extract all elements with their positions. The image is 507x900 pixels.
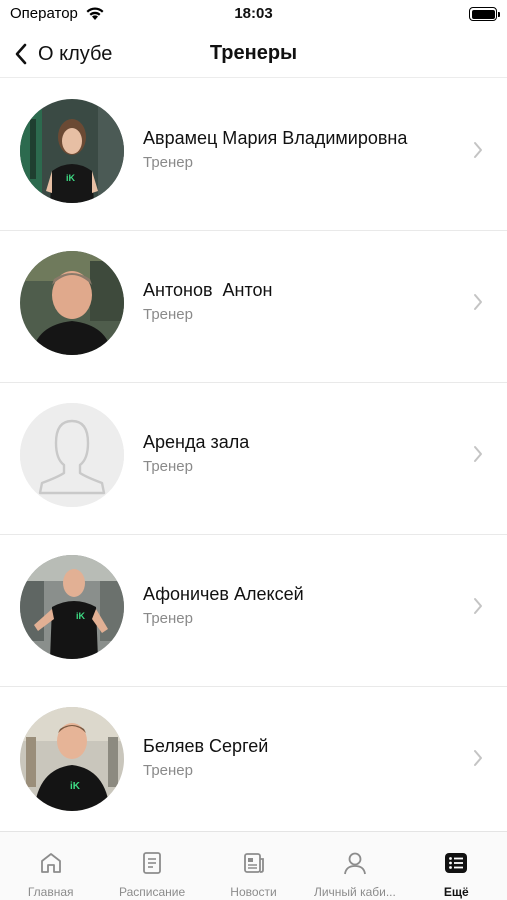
trainers-list: iK Аврамец Мария Владимировна Тренер Ант… <box>0 79 507 839</box>
trainer-role: Тренер <box>143 154 193 171</box>
trainer-role: Тренер <box>143 610 193 627</box>
trainer-name: Аренда зала <box>143 432 250 452</box>
trainer-avatar: iK <box>20 99 124 203</box>
tab-label: Новости <box>230 885 277 899</box>
battery-icon <box>469 7 500 21</box>
trainer-avatar: iK <box>20 707 124 811</box>
trainer-row[interactable]: Антонов Антон Тренер <box>0 231 507 383</box>
tab-bar: Главная Расписание Новости Личный каби..… <box>0 831 507 900</box>
trainer-name: Беляев Сергей <box>143 736 269 756</box>
trainer-row[interactable]: Аренда зала Тренер <box>0 383 507 535</box>
navigation-bar: О клубе Тренеры <box>0 30 507 78</box>
tab-label: Ещё <box>443 885 469 899</box>
tab-label: Главная <box>27 885 74 899</box>
home-icon <box>40 853 61 873</box>
trainer-role: Тренер <box>143 306 193 323</box>
tab-label: Личный каби... <box>313 885 396 899</box>
trainer-avatar: iK <box>20 555 124 659</box>
more-list-icon <box>445 853 468 873</box>
trainer-avatar <box>20 251 124 355</box>
trainer-name: Аврамец Мария Владимировна <box>143 128 408 148</box>
news-icon <box>243 853 264 873</box>
trainer-role: Тренер <box>143 458 193 475</box>
tab-news[interactable]: Новости <box>203 832 304 900</box>
status-bar: Оператор 18:03 <box>0 0 507 30</box>
chevron-right-icon <box>474 142 482 158</box>
placeholder-person-icon <box>20 403 124 507</box>
svg-text:iK: iK <box>66 173 76 183</box>
tab-more[interactable]: Ещё <box>406 832 507 900</box>
trainer-role: Тренер <box>143 762 193 779</box>
clock: 18:03 <box>234 5 273 22</box>
chevron-right-icon <box>474 294 482 310</box>
chevron-right-icon <box>474 446 482 462</box>
tab-schedule[interactable]: Расписание <box>101 832 202 900</box>
tab-label: Расписание <box>119 885 186 899</box>
tab-profile[interactable]: Личный каби... <box>304 832 405 900</box>
trainer-row[interactable]: iK Беляев Сергей Тренер <box>0 687 507 839</box>
svg-text:iK: iK <box>76 611 86 621</box>
trainer-name: Антонов Антон <box>143 280 273 300</box>
svg-text:iK: iK <box>70 781 81 792</box>
trainer-row[interactable]: iK Аврамец Мария Владимировна Тренер <box>0 79 507 231</box>
chevron-right-icon <box>474 598 482 614</box>
trainer-name: Афоничев Алексей <box>143 584 304 604</box>
page-title: Тренеры <box>209 42 298 64</box>
schedule-icon <box>143 852 162 874</box>
trainer-row[interactable]: iK Афоничев Алексей Тренер <box>0 535 507 687</box>
chevron-right-icon <box>474 750 482 766</box>
tab-home[interactable]: Главная <box>0 832 101 900</box>
profile-icon <box>344 852 366 875</box>
